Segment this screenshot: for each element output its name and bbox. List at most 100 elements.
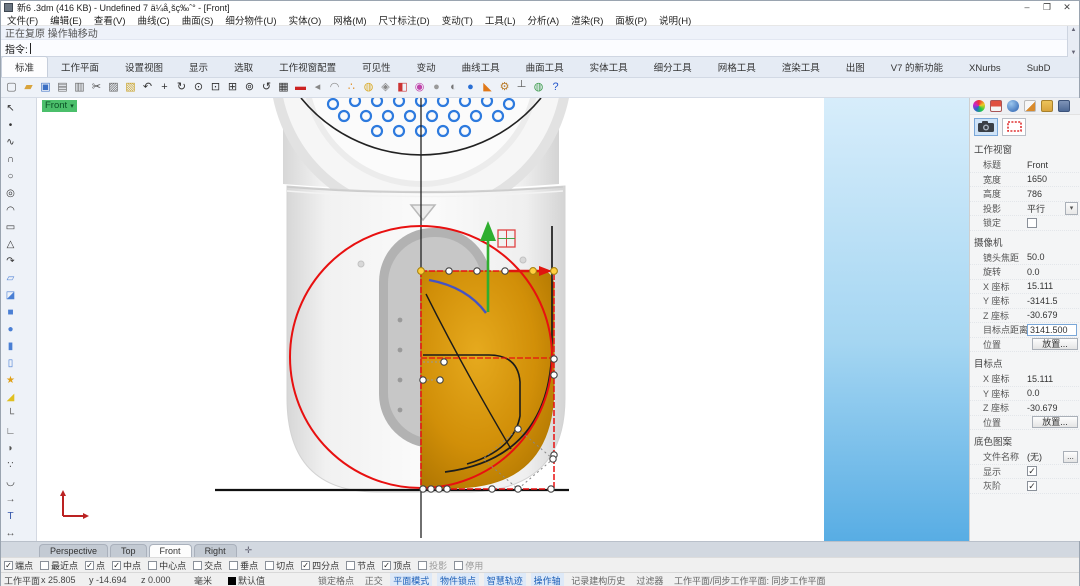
status-cell-1[interactable]: 工作平面 xyxy=(4,574,40,586)
set-view-icon[interactable]: ◂ xyxy=(309,79,326,96)
zoom-selected-icon[interactable]: ⊚ xyxy=(241,79,258,96)
rendered-sphere-icon[interactable]: ● xyxy=(462,79,479,96)
chamfer-tool-icon[interactable]: ∟ xyxy=(3,424,19,440)
toolbar-tab-选取[interactable]: 选取 xyxy=(221,57,266,77)
osnap-checkbox[interactable] xyxy=(193,561,202,570)
menu-11[interactable]: 工具(L) xyxy=(479,13,522,27)
arc-tool-icon[interactable]: ◠ xyxy=(3,203,19,219)
viewport-tab-Right[interactable]: Right xyxy=(194,544,237,557)
display-tab-icon[interactable] xyxy=(1007,100,1019,112)
undo-view-change-icon[interactable]: ↺ xyxy=(258,79,275,96)
osnap-checkbox[interactable] xyxy=(229,561,238,570)
dropdown-arrow-icon[interactable]: ▾ xyxy=(1065,202,1078,215)
blend-surface-tool-icon[interactable]: ◗ xyxy=(3,441,19,457)
place-button[interactable]: 放置... xyxy=(1032,416,1078,428)
rotate-view-icon[interactable]: ↻ xyxy=(173,79,190,96)
toolbar-tab-可见性[interactable]: 可见性 xyxy=(349,57,404,77)
surface-from-points-tool-icon[interactable]: ▱ xyxy=(3,271,19,287)
checkbox-灰阶[interactable]: ✓ xyxy=(1027,481,1037,491)
toolbar-tab-设置视图[interactable]: 设置视图 xyxy=(112,57,176,77)
rectangle-tool-icon[interactable]: ▭ xyxy=(3,220,19,236)
toolbar-tab-实体工具[interactable]: 实体工具 xyxy=(577,57,641,77)
menu-12[interactable]: 分析(A) xyxy=(522,13,566,27)
menu-15[interactable]: 说明(H) xyxy=(653,13,697,27)
toolbar-tab-SubD[interactable]: SubD xyxy=(1014,60,1064,77)
toolbar-tab-曲面工具[interactable]: 曲面工具 xyxy=(513,57,577,77)
lamp-light-icon[interactable]: ◍ xyxy=(360,79,377,96)
toggle-操作轴[interactable]: 操作轴 xyxy=(531,573,564,586)
osnap-垂点[interactable]: 垂点 xyxy=(229,559,258,572)
curve-tool-icon[interactable]: ∿ xyxy=(3,135,19,151)
named-view-icon[interactable]: ▬ xyxy=(292,79,309,96)
viewport-canvas[interactable] xyxy=(37,98,969,541)
osnap-checkbox[interactable]: ✓ xyxy=(301,561,310,570)
osnap-checkbox[interactable]: ✓ xyxy=(112,561,121,570)
maximize-button[interactable]: ❐ xyxy=(1037,1,1057,13)
menu-7[interactable]: 实体(O) xyxy=(283,13,328,27)
toggle-记录建构历史[interactable]: 记录建构历史 xyxy=(568,573,628,586)
osnap-四分点[interactable]: ✓四分点 xyxy=(301,559,339,572)
shaded-sphere-icon[interactable]: ● xyxy=(428,79,445,96)
menu-8[interactable]: 网格(M) xyxy=(327,13,372,27)
cplane-link-icon[interactable]: ┴ xyxy=(513,79,530,96)
toolbar-tab-V7 的新功能[interactable]: V7 的新功能 xyxy=(878,57,956,77)
print-icon[interactable]: ▤ xyxy=(54,79,71,96)
viewport-tab-Top[interactable]: Top xyxy=(110,544,147,557)
camera-button[interactable] xyxy=(974,118,998,136)
osnap-checkbox[interactable] xyxy=(40,561,49,570)
more-panels-tab-icon[interactable] xyxy=(1058,100,1070,112)
osnap-checkbox[interactable] xyxy=(265,561,274,570)
osnap-checkbox[interactable] xyxy=(454,561,463,570)
osnap-checkbox[interactable] xyxy=(148,561,157,570)
toggle-过滤器[interactable]: 过滤器 xyxy=(633,573,666,586)
toggle-平面模式[interactable]: 平面模式 xyxy=(390,573,432,586)
point-tool-icon[interactable]: • xyxy=(3,118,19,134)
pan-view-icon[interactable]: + xyxy=(156,79,173,96)
help-icon[interactable]: ? xyxy=(547,79,564,96)
arc-blend-tool-icon[interactable]: → xyxy=(3,492,19,508)
viewport-properties-button[interactable] xyxy=(1002,118,1026,136)
osnap-checkbox[interactable] xyxy=(418,561,427,570)
osnap-节点[interactable]: 节点 xyxy=(346,559,375,572)
zoom-extents-icon[interactable]: ⊞ xyxy=(224,79,241,96)
fillet-tool-icon[interactable]: ◢ xyxy=(3,390,19,406)
ellipse-tool-icon[interactable]: ◎ xyxy=(3,186,19,202)
chevron-down-icon[interactable]: ▾ xyxy=(70,103,74,110)
viewport-title-badge[interactable]: Front▾ xyxy=(42,100,77,112)
curve-tools-tool-icon[interactable]: ↷ xyxy=(3,254,19,270)
flag-render-icon[interactable]: ◣ xyxy=(479,79,496,96)
fillet-edge-tool-icon[interactable]: └ xyxy=(3,407,19,423)
paste-icon[interactable]: ▧ xyxy=(122,79,139,96)
surface-patch-tool-icon[interactable]: ◪ xyxy=(3,288,19,304)
toolbar-tab-变动[interactable]: 变动 xyxy=(404,57,449,77)
toolbar-tab-细分工具[interactable]: 细分工具 xyxy=(641,57,705,77)
libraries-tab-icon[interactable] xyxy=(1041,100,1053,112)
color-wheel-icon[interactable]: ◉ xyxy=(411,79,428,96)
front-viewport[interactable]: Front▾ xyxy=(37,98,969,541)
xray-sphere-icon[interactable]: ◐ xyxy=(445,79,462,96)
osnap-最近点[interactable]: 最近点 xyxy=(40,559,78,572)
toggle-锁定格点[interactable]: 锁定格点 xyxy=(315,573,357,586)
viewport-tab-Front[interactable]: Front xyxy=(149,544,192,557)
osnap-中心点[interactable]: 中心点 xyxy=(148,559,186,572)
layers-tab-icon[interactable] xyxy=(990,100,1002,112)
menu-6[interactable]: 细分物件(U) xyxy=(219,13,282,27)
osnap-点[interactable]: ✓点 xyxy=(85,559,105,572)
osnap-交点[interactable]: 交点 xyxy=(193,559,222,572)
polygon-tool-icon[interactable]: △ xyxy=(3,237,19,253)
properties-tab-icon[interactable] xyxy=(973,100,985,112)
toggle-物件锁点[interactable]: 物件锁点 xyxy=(437,573,479,586)
menu-9[interactable]: 尺寸标注(D) xyxy=(373,13,436,27)
minimize-button[interactable]: – xyxy=(1017,1,1037,13)
menu-4[interactable]: 曲线(C) xyxy=(131,13,175,27)
toggle-正交[interactable]: 正交 xyxy=(362,573,386,586)
export-file-icon[interactable]: ▥ xyxy=(71,79,88,96)
osnap-端点[interactable]: ✓端点 xyxy=(4,559,33,572)
text-tool-icon[interactable]: T xyxy=(3,509,19,525)
osnap-checkbox[interactable]: ✓ xyxy=(4,561,13,570)
menu-5[interactable]: 曲面(S) xyxy=(176,13,220,27)
cut-icon[interactable]: ✂ xyxy=(88,79,105,96)
toggle-工作平面/同步工作平面: 同步工作平面[interactable]: 工作平面/同步工作平面: 同步工作平面 xyxy=(671,573,829,586)
command-scrollbar[interactable]: ▲ ▼ xyxy=(1067,26,1079,57)
dimension-tool-icon[interactable]: ↔ xyxy=(3,526,19,542)
